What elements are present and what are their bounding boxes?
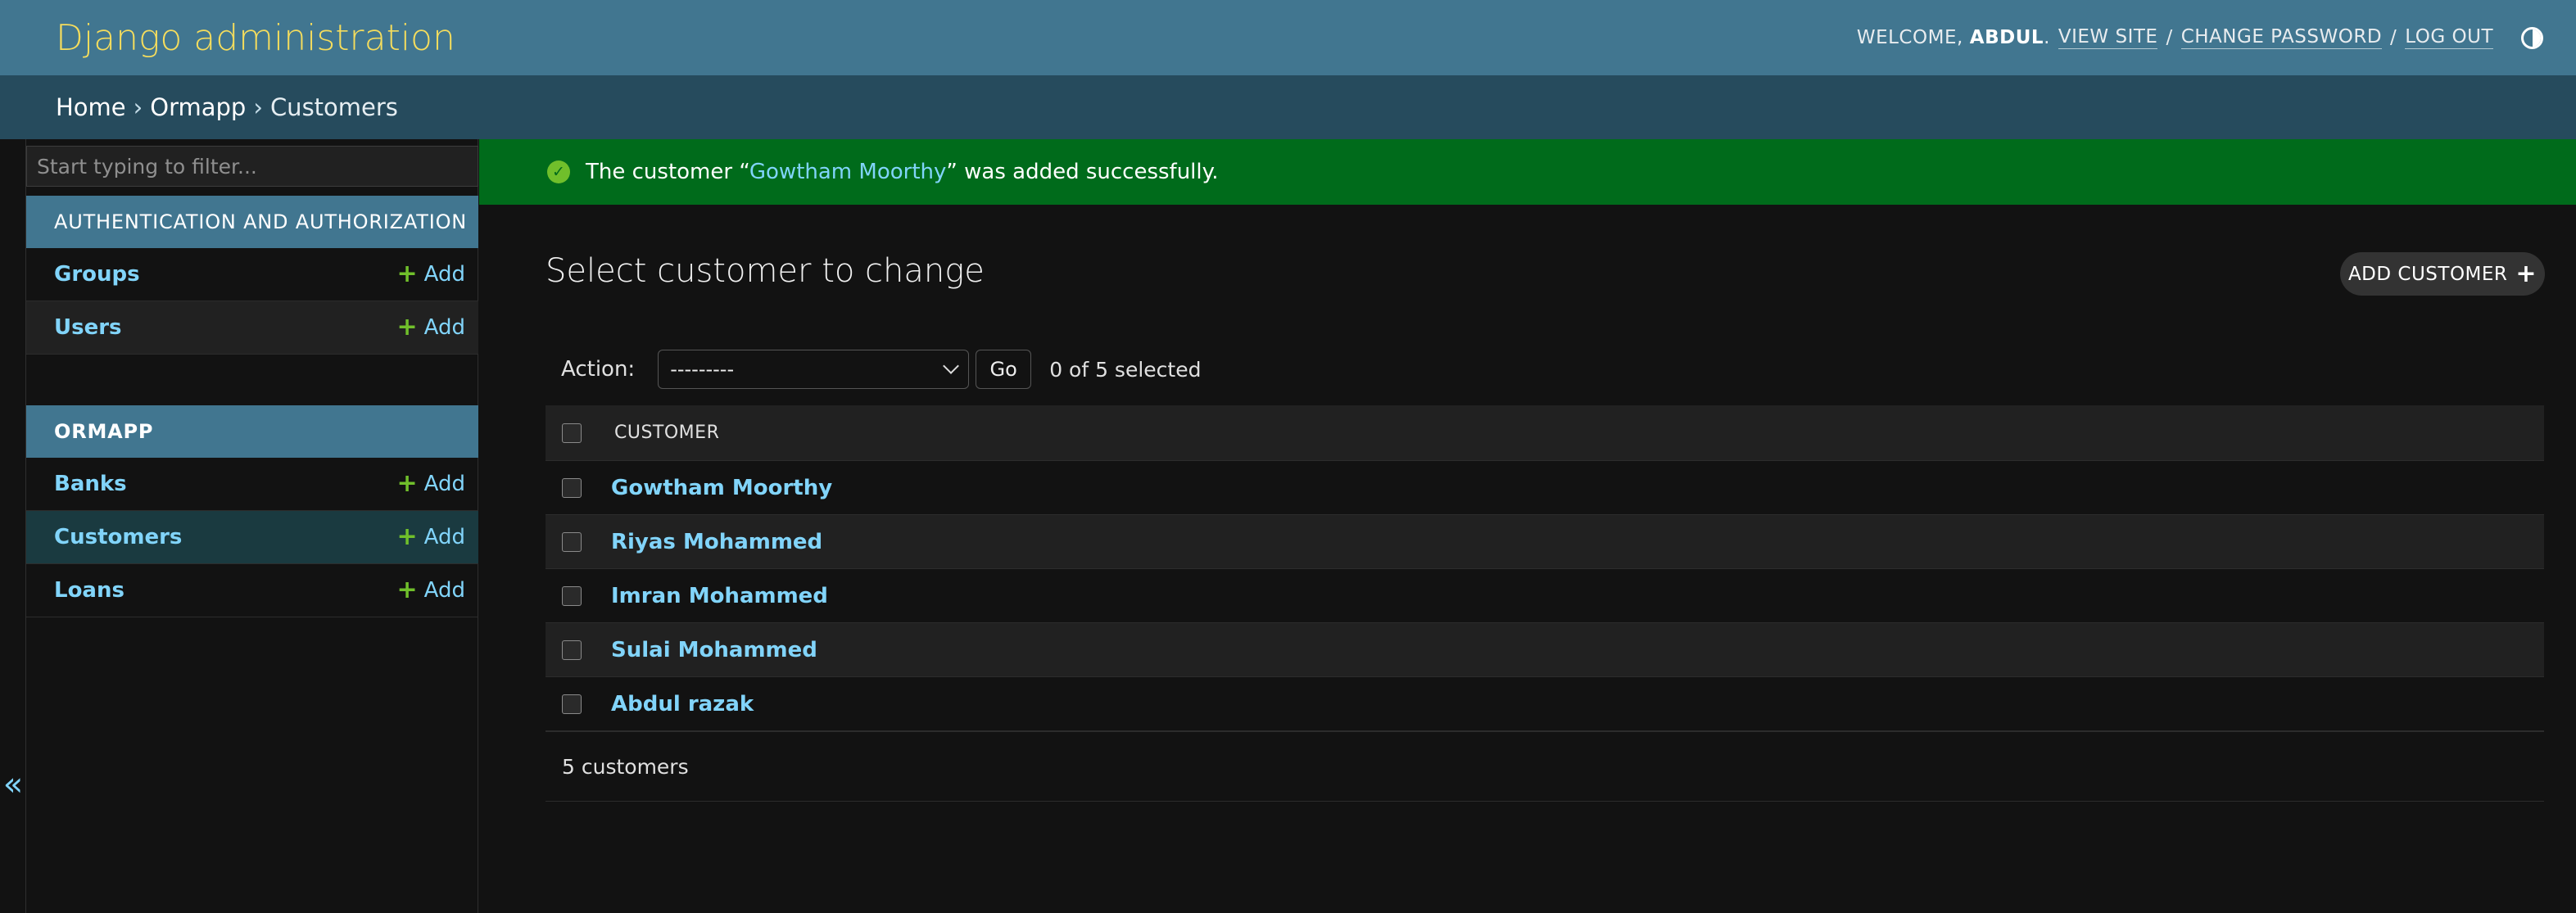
page-title: Select customer to change [546, 252, 985, 290]
add-users-link[interactable]: + Add [396, 313, 465, 341]
breadcrumb: Home › Ormapp › Customers [0, 75, 2576, 139]
customer-link[interactable]: Abdul razak [611, 692, 754, 716]
add-customers-link[interactable]: + Add [396, 522, 465, 551]
table-row: Gowtham Moorthy [546, 461, 2544, 515]
sidebar-item-banks[interactable]: Banks + Add [26, 458, 478, 511]
customer-link[interactable]: Gowtham Moorthy [611, 476, 832, 500]
sidebar-item-label[interactable]: Banks [54, 472, 127, 496]
site-header: Django administration WELCOME, ABDUL. VI… [0, 0, 2576, 75]
sidebar-item-groups[interactable]: Groups + Add [26, 248, 478, 301]
sidebar-item-users[interactable]: Users + Add [26, 301, 478, 355]
log-out-link[interactable]: LOG OUT [2405, 26, 2493, 49]
add-loans-link[interactable]: + Add [397, 578, 465, 603]
breadcrumb-current: Customers [269, 93, 398, 121]
nav-filter-input[interactable] [26, 146, 478, 187]
plus-icon: + [396, 469, 418, 498]
plus-icon: + [396, 576, 418, 604]
breadcrumb-app[interactable]: Ormapp [150, 93, 246, 121]
actions-bar: Action: --------- Go 0 of 5 selected [561, 350, 1201, 389]
selected-count: 0 of 5 selected [1049, 357, 1202, 382]
user-tools: WELCOME, ABDUL. VIEW SITE / CHANGE PASSW… [1857, 26, 2543, 49]
sidebar-item-customers[interactable]: Customers + Add [26, 511, 478, 564]
table-header: CUSTOMER [546, 405, 2544, 461]
action-select[interactable]: --------- [658, 350, 970, 389]
action-label: Action: [561, 357, 636, 382]
plus-icon: + [2515, 259, 2538, 288]
row-checkbox[interactable] [562, 640, 582, 660]
row-checkbox[interactable] [562, 531, 582, 552]
message-text: The customer “Gowtham Moorthy” was added… [586, 160, 1219, 184]
sidebar-item-label[interactable]: Groups [54, 262, 140, 287]
username: ABDUL [1969, 27, 2044, 48]
success-message: ✓ The customer “Gowtham Moorthy” was add… [479, 139, 2576, 205]
row-checkbox[interactable] [562, 694, 582, 714]
module-auth-caption[interactable]: AUTHENTICATION AND AUTHORIZATION [26, 196, 478, 248]
site-branding[interactable]: Django administration [56, 17, 455, 59]
view-site-link[interactable]: VIEW SITE [2058, 26, 2158, 49]
table-row: Riyas Mohammed [546, 515, 2544, 569]
add-banks-link[interactable]: + Add [396, 469, 465, 498]
add-groups-link[interactable]: + Add [397, 262, 465, 287]
table-row: Sulai Mohammed [546, 623, 2544, 677]
breadcrumb-home[interactable]: Home [56, 93, 126, 121]
collapse-sidebar-icon[interactable]: « [0, 764, 26, 805]
sidebar-item-label[interactable]: Users [54, 315, 122, 340]
check-circle-icon: ✓ [547, 160, 570, 183]
module-ormapp-caption[interactable]: ORMAPP [26, 405, 478, 458]
sidebar-item-loans[interactable]: Loans + Add [26, 564, 478, 617]
theme-toggle-icon[interactable] [2521, 26, 2543, 49]
plus-icon: + [396, 522, 418, 551]
nav-sidebar: AUTHENTICATION AND AUTHORIZATION Groups … [26, 139, 478, 913]
customer-link[interactable]: Sulai Mohammed [611, 638, 817, 662]
row-checkbox[interactable] [562, 585, 582, 606]
sidebar-item-label[interactable]: Customers [54, 525, 182, 549]
chevron-down-icon [943, 358, 960, 374]
customer-link[interactable]: Riyas Mohammed [611, 530, 822, 554]
change-password-link[interactable]: CHANGE PASSWORD [2180, 26, 2383, 49]
select-all-checkbox[interactable] [562, 423, 582, 443]
go-button[interactable]: Go [976, 350, 1032, 389]
sidebar-item-label[interactable]: Loans [54, 578, 124, 603]
message-customer-link[interactable]: Gowtham Moorthy [749, 160, 947, 184]
plus-icon: + [396, 313, 418, 341]
paginator: 5 customers [546, 731, 2544, 802]
table-row: Imran Mohammed [546, 569, 2544, 623]
add-customer-button[interactable]: ADD CUSTOMER + [2340, 252, 2545, 296]
row-checkbox[interactable] [562, 477, 582, 498]
table-row: Abdul razak [546, 677, 2544, 731]
plus-icon: + [396, 260, 418, 288]
welcome-text: WELCOME, [1856, 27, 1963, 48]
results-table: CUSTOMER Gowtham Moorthy Riyas Mohammed … [546, 405, 2544, 731]
column-header-customer[interactable]: CUSTOMER [614, 423, 719, 443]
customer-link[interactable]: Imran Mohammed [611, 584, 828, 608]
